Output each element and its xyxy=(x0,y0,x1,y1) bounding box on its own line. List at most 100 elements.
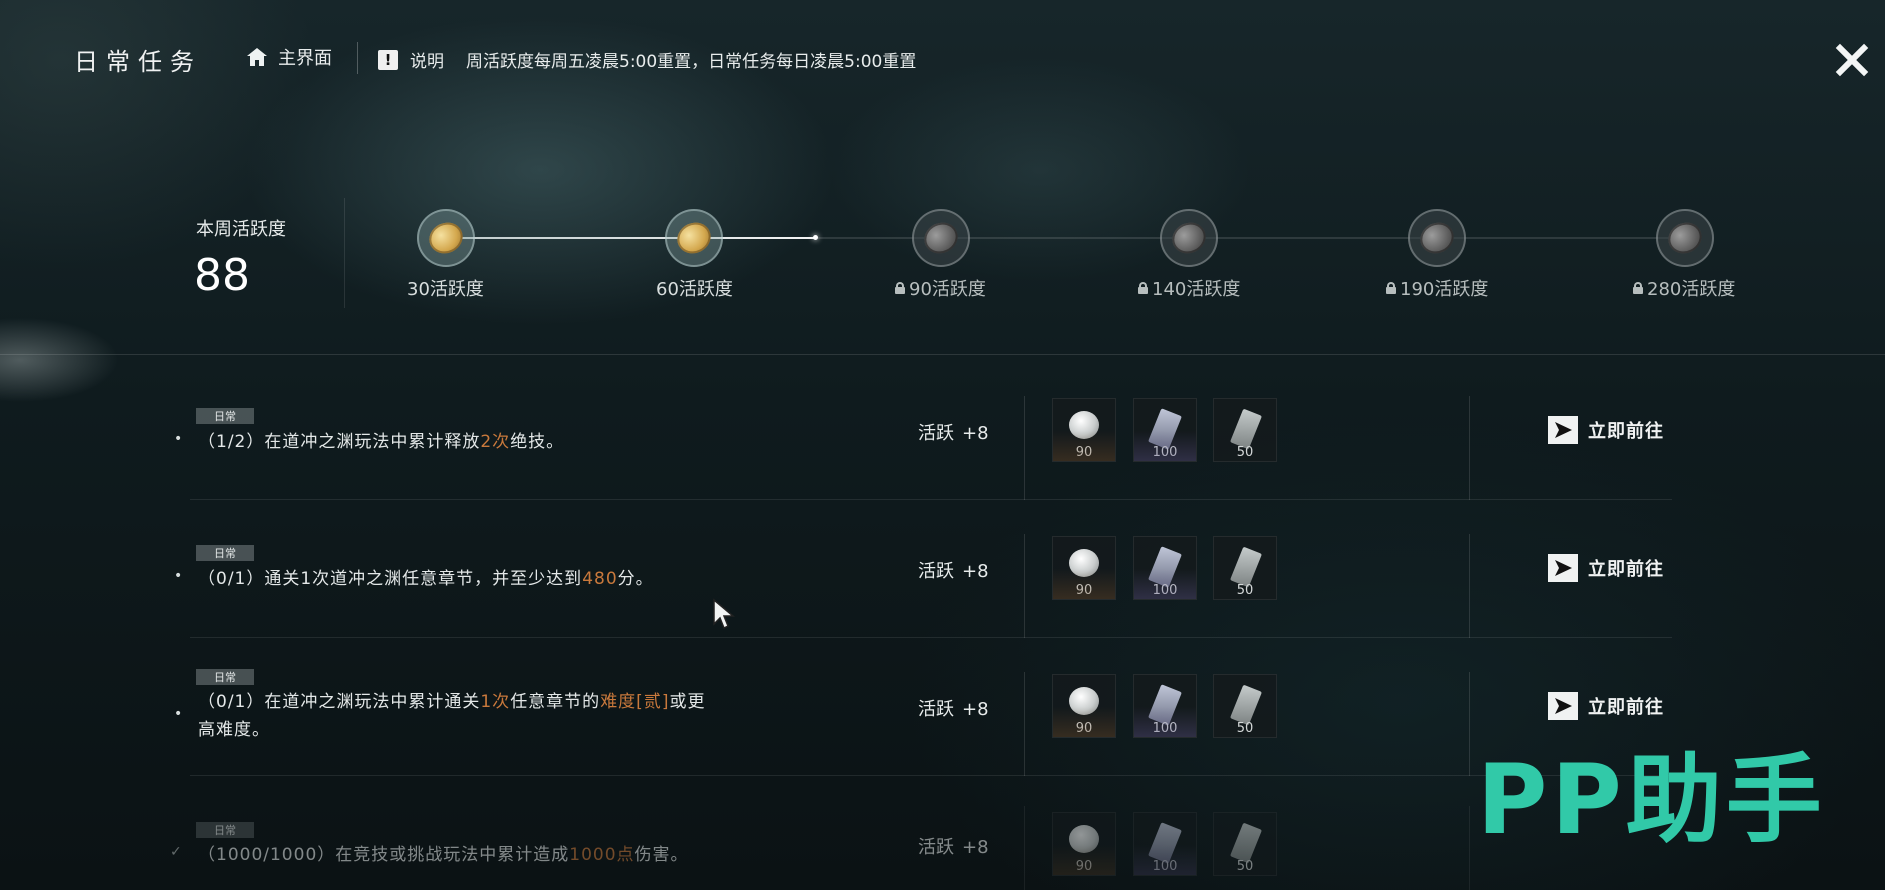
points-label: 活跃 xyxy=(918,423,954,444)
info-button[interactable]: ! 说明 周活跃度每周五凌晨5:00重置，日常任务每日凌晨5:00重置 xyxy=(378,47,916,72)
milestone-30[interactable] xyxy=(417,209,475,267)
arrow-right-icon xyxy=(1548,554,1578,582)
milestone-text: 60活跃度 xyxy=(656,279,733,300)
task-text-end: 或更 xyxy=(669,692,706,712)
info-label: 说明 xyxy=(410,52,444,72)
task-text-line2: 高难度。 xyxy=(198,720,270,740)
milestone-60[interactable] xyxy=(665,209,723,267)
task-progress: （0/1） xyxy=(198,692,265,712)
reward-count: 100 xyxy=(1152,859,1178,874)
milestone-text: 280活跃度 xyxy=(1647,279,1736,300)
grey-coin-icon xyxy=(919,217,963,259)
reward-slip[interactable]: 50 xyxy=(1213,674,1277,738)
column-divider xyxy=(1024,806,1025,890)
home-button[interactable]: 主界面 xyxy=(246,44,332,70)
points-value: +8 xyxy=(962,837,989,858)
reward-count: 50 xyxy=(1236,445,1254,460)
reward-slip[interactable]: 50 xyxy=(1213,398,1277,462)
reward-ticket[interactable]: 100 xyxy=(1133,536,1197,600)
grey-coin-icon xyxy=(1415,217,1459,259)
reward-silver-coin[interactable]: 90 xyxy=(1052,398,1116,462)
reward-slip[interactable]: 50 xyxy=(1213,812,1277,876)
reward-count: 100 xyxy=(1152,721,1178,736)
checkmark-icon: ✓ xyxy=(170,844,182,860)
reward-count: 50 xyxy=(1236,859,1254,874)
reward-silver-coin[interactable]: 90 xyxy=(1052,674,1116,738)
reward-ticket[interactable]: 100 xyxy=(1133,674,1197,738)
task-text: 通关1次道冲之渊任意章节，并至少达到 xyxy=(264,569,583,589)
task-progress: （1000/1000） xyxy=(198,845,336,865)
reward-ticket[interactable]: 100 xyxy=(1133,398,1197,462)
task-progress: （1/2） xyxy=(198,432,265,452)
task-description: （1000/1000）在竞技或挑战玩法中累计造成1000点伤害。 xyxy=(198,841,738,869)
close-icon[interactable] xyxy=(1832,40,1872,80)
grey-coin-icon xyxy=(1167,217,1211,259)
activity-points: 活跃 +8 xyxy=(918,557,989,583)
points-value: +8 xyxy=(962,699,989,720)
reward-count: 100 xyxy=(1152,583,1178,598)
column-divider xyxy=(1024,672,1025,776)
weekly-activity-value: 88 xyxy=(194,250,250,301)
milestone-280[interactable] xyxy=(1656,209,1714,267)
milestone-label-90: 90活跃度 xyxy=(895,275,986,301)
go-now-label: 立即前往 xyxy=(1588,697,1664,718)
milestone-text: 30活跃度 xyxy=(407,279,484,300)
go-now-button[interactable]: 立即前往 xyxy=(1548,692,1664,720)
reward-ticket[interactable]: 100 xyxy=(1133,812,1197,876)
home-label: 主界面 xyxy=(278,48,332,69)
page-title: 日常任务 xyxy=(74,48,202,76)
task-text: 在竞技或挑战玩法中累计造成 xyxy=(335,845,570,865)
weekly-divider xyxy=(344,198,345,308)
bullet: • xyxy=(174,706,183,722)
weekly-activity-label: 本周活跃度 xyxy=(196,219,286,240)
points-value: +8 xyxy=(962,423,989,444)
daily-tag: 日常 xyxy=(196,669,254,685)
column-divider xyxy=(1469,672,1470,776)
milestone-label-190: 190活跃度 xyxy=(1386,275,1488,301)
task-highlight-difficulty: 难度[贰] xyxy=(600,692,670,712)
points-value: +8 xyxy=(962,561,989,582)
milestone-label-140: 140活跃度 xyxy=(1138,275,1240,301)
lock-icon xyxy=(895,282,905,294)
go-now-button[interactable]: 立即前往 xyxy=(1548,416,1664,444)
activity-points: 活跃 +8 xyxy=(918,695,989,721)
reward-count: 50 xyxy=(1236,583,1254,598)
task-highlight: 1次 xyxy=(480,692,511,712)
milestone-90[interactable] xyxy=(912,209,970,267)
progress-track-filled xyxy=(446,237,816,239)
bullet: • xyxy=(174,568,183,584)
points-label: 活跃 xyxy=(918,699,954,720)
exclamation-icon: ! xyxy=(378,49,398,70)
reward-silver-coin[interactable]: 90 xyxy=(1052,812,1116,876)
go-now-button[interactable]: 立即前往 xyxy=(1548,554,1664,582)
reward-slip[interactable]: 50 xyxy=(1213,536,1277,600)
daily-tag: 日常 xyxy=(196,408,254,424)
task-description: （0/1）在道冲之渊玩法中累计通关1次任意章节的难度[贰]或更 高难度。 xyxy=(198,688,738,744)
daily-tag: 日常 xyxy=(196,822,254,838)
mouse-cursor-icon xyxy=(713,598,736,630)
reward-silver-coin[interactable]: 90 xyxy=(1052,536,1116,600)
reward-count: 90 xyxy=(1075,721,1093,736)
lock-icon xyxy=(1386,282,1396,294)
reward-count: 90 xyxy=(1075,583,1093,598)
milestone-label-60: 60活跃度 xyxy=(656,275,733,301)
reset-notice: 周活跃度每周五凌晨5:00重置，日常任务每日凌晨5:00重置 xyxy=(466,52,917,72)
home-icon xyxy=(247,48,267,66)
task-text-end: 分。 xyxy=(617,569,654,589)
task-description: （1/2）在道冲之渊玩法中累计释放2次绝技。 xyxy=(198,428,738,456)
column-divider xyxy=(1024,534,1025,638)
gold-coin-icon xyxy=(672,217,716,259)
task-row: 日常 • （0/1）通关1次道冲之渊任意章节，并至少达到480分。 活跃 +8 9… xyxy=(0,500,1885,638)
task-highlight: 480 xyxy=(582,569,618,589)
arrow-right-icon xyxy=(1548,692,1578,720)
task-progress: （0/1） xyxy=(198,569,265,589)
reward-count: 50 xyxy=(1236,721,1254,736)
activity-points: 活跃 +8 xyxy=(918,833,989,859)
task-text-mid: 任意章节的 xyxy=(510,692,601,712)
milestone-190[interactable] xyxy=(1408,209,1466,267)
reward-count: 100 xyxy=(1152,445,1178,460)
column-divider xyxy=(1469,396,1470,500)
task-text-end: 绝技。 xyxy=(510,432,565,452)
column-divider xyxy=(1469,534,1470,638)
milestone-140[interactable] xyxy=(1160,209,1218,267)
